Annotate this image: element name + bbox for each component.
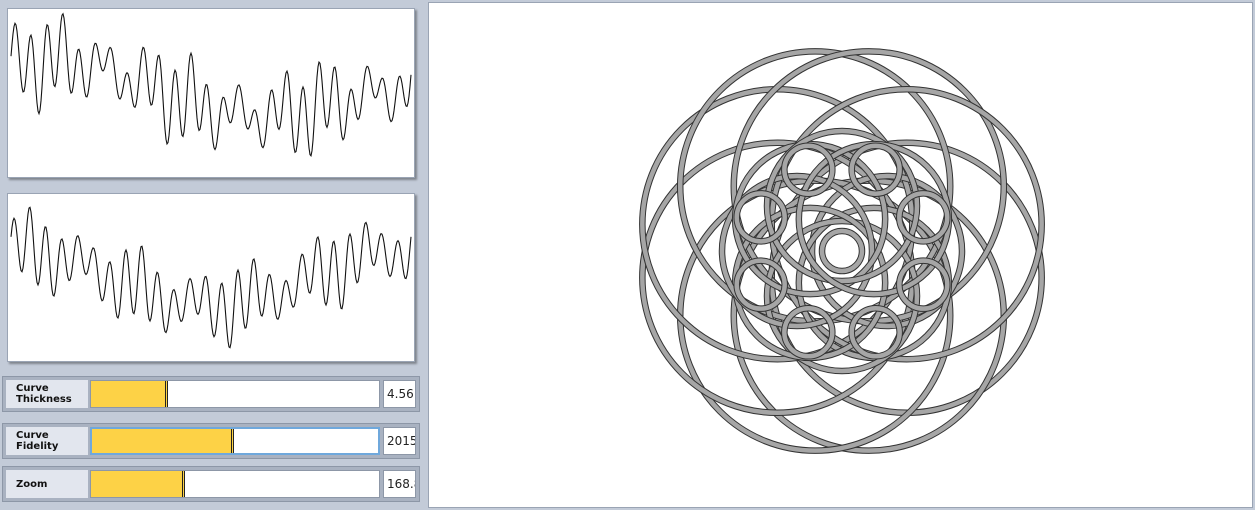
slider-handle[interactable] — [164, 381, 168, 407]
zoom-value[interactable]: 168.8 — [383, 470, 416, 498]
rosette-curve — [639, 48, 1045, 454]
waveform-top — [10, 12, 412, 157]
waveform-trace — [10, 206, 412, 349]
slider-fill — [91, 381, 166, 407]
waveform-panel-bottom — [7, 193, 415, 362]
curve-thickness-value[interactable]: 4.56 — [383, 380, 416, 408]
center-loop-fill — [819, 228, 865, 274]
slider-fill — [91, 471, 184, 497]
slider-handle[interactable] — [231, 429, 235, 453]
curve-fidelity-slider[interactable] — [90, 427, 380, 455]
curve-canvas[interactable] — [428, 2, 1253, 508]
curve-fidelity-label: Curve Fidelity — [6, 427, 88, 455]
slider-handle[interactable] — [182, 471, 186, 497]
waveform-trace — [10, 12, 412, 157]
curve-thickness-slider[interactable] — [90, 380, 380, 408]
zoom-label: Zoom — [6, 470, 88, 498]
curve-thickness-row: Curve Thickness 4.56 — [2, 376, 420, 412]
waveform-panel-top — [7, 8, 415, 178]
zoom-slider[interactable] — [90, 470, 380, 498]
slider-fill — [92, 429, 233, 453]
curve-thickness-label: Curve Thickness — [6, 380, 88, 408]
waveform-bottom — [10, 206, 412, 349]
zoom-row: Zoom 168.8 — [2, 466, 420, 502]
curve-fidelity-row: Curve Fidelity 2015 — [2, 423, 420, 459]
curve-fidelity-value[interactable]: 2015 — [383, 427, 416, 455]
